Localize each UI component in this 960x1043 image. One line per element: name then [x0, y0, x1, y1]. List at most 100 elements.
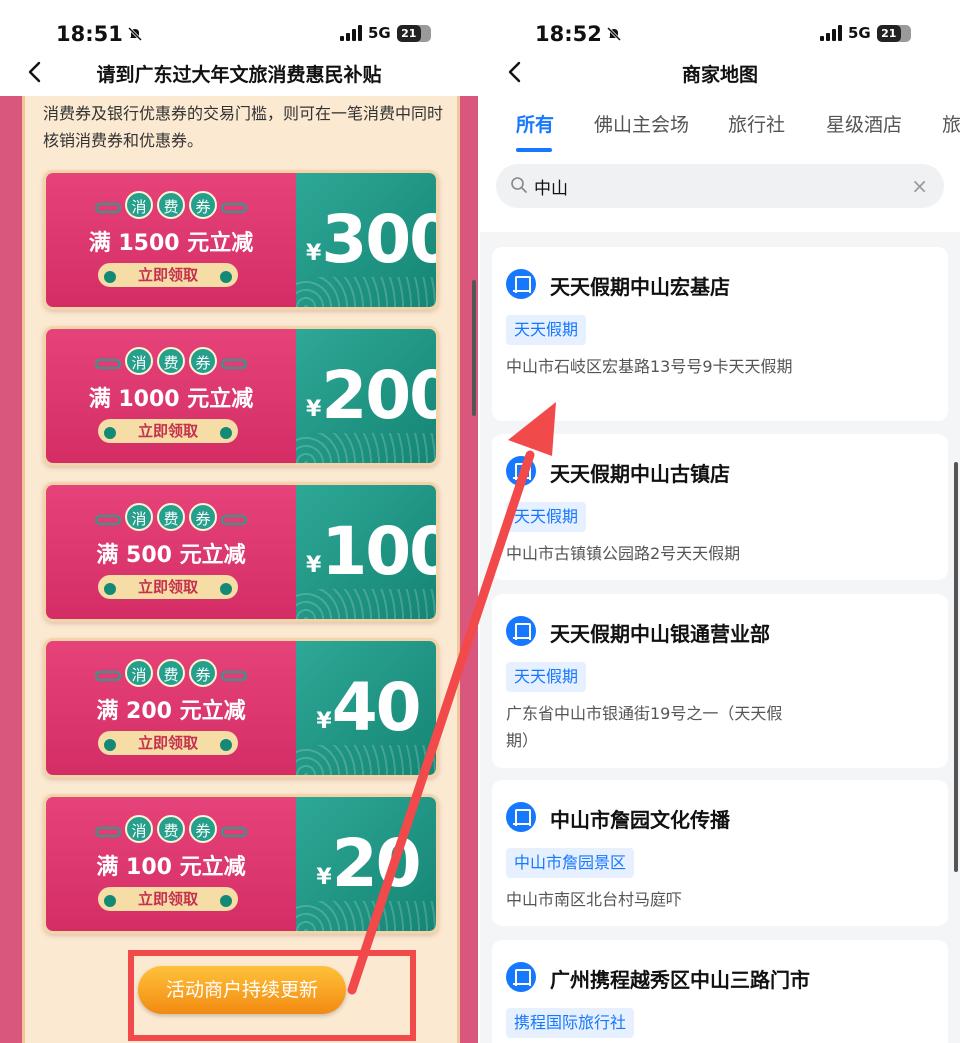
mute-bell-icon: [606, 26, 621, 42]
merchant-card[interactable]: 广州携程越秀区中山三路门市 携程国际旅行社: [492, 940, 948, 1043]
coupon-tag: 券: [189, 659, 217, 687]
amount-value: 200: [321, 357, 436, 434]
network-type: 5G: [368, 24, 391, 42]
page-title: 商家地图: [681, 64, 758, 86]
page-title: 请到广东过大年文旅消费惠民补贴: [96, 64, 382, 86]
building-icon: [506, 269, 536, 299]
status-bar: 18:51 5G 21: [0, 0, 478, 64]
coupon-tag: 券: [189, 815, 217, 843]
cloud-ornament-icon: [221, 514, 247, 525]
currency-symbol: ¥: [316, 709, 332, 734]
cloud-ornament-icon: [221, 202, 247, 213]
claim-button[interactable]: 立即领取: [98, 887, 238, 911]
cloud-ornament-icon: [95, 202, 121, 213]
merchant-address: 广东省中山市银通街19号之一（天天假期）: [506, 704, 783, 750]
coupon-tag: 费: [157, 503, 185, 531]
mute-bell-icon: [127, 26, 142, 42]
cloud-ornament-icon: [221, 670, 247, 681]
claim-button[interactable]: 立即领取: [98, 419, 238, 443]
building-icon: [506, 616, 536, 646]
coupon-label-row: 消费券: [46, 815, 296, 843]
tab-more[interactable]: 旅: [942, 110, 960, 137]
coupon-label-row: 消费券: [46, 347, 296, 375]
coupon-condition: 满 1000 元立减: [88, 387, 254, 412]
claim-button[interactable]: 立即领取: [98, 731, 238, 755]
battery-level: 21: [876, 24, 901, 42]
status-bar: 18:52 5G 21: [480, 0, 960, 64]
building-icon: [506, 456, 536, 486]
merchant-card[interactable]: 天天假期中山古镇店 天天假期 中山市古镇镇公园路2号天天假期: [492, 434, 948, 580]
promo-panel: 消费券及银行优惠券的交易门槛，则可在一笔消费中同时核销消费券和优惠券。 消费券 …: [22, 96, 460, 1043]
coupon-tag: 消: [125, 659, 153, 687]
coupon-tag: 消: [125, 347, 153, 375]
clear-icon[interactable]: ×: [911, 174, 928, 198]
coupon-tag: 消: [125, 503, 153, 531]
status-indicators: 5G 21: [820, 24, 911, 42]
merchant-tag: 携程国际旅行社: [506, 1008, 635, 1038]
tab-foshan-main-venue[interactable]: 佛山主会场: [594, 110, 689, 137]
merchant-card[interactable]: 中山市詹园文化传播 中山市詹园景区 中山市南区北台村马庭吓: [492, 780, 948, 926]
currency-symbol: ¥: [306, 241, 322, 266]
merchant-name: 广州携程越秀区中山三路门市: [550, 968, 810, 992]
battery-icon: 21: [396, 24, 431, 42]
amount-value: 20: [331, 825, 422, 902]
coupon-tag: 消: [125, 191, 153, 219]
coupon-card[interactable]: 消费券 满 100 元立减 立即领取 ¥20: [43, 794, 439, 934]
coupon-amount: ¥100: [306, 513, 436, 590]
coupon-card[interactable]: 消费券 满 200 元立减 立即领取 ¥40: [43, 638, 439, 778]
merchant-tag: 中山市詹园景区: [506, 848, 635, 878]
coupon-condition: 满 1500 元立减: [88, 231, 254, 256]
coupon-tag: 费: [157, 191, 185, 219]
currency-symbol: ¥: [316, 865, 332, 890]
merchants-update-button[interactable]: 活动商户持续更新: [138, 966, 346, 1014]
coupon-card[interactable]: 消费券 满 500 元立减 立即领取 ¥100: [43, 482, 439, 622]
merchant-card[interactable]: 天天假期中山银通营业部 天天假期 广东省中山市银通街19号之一（天天假期）: [492, 594, 948, 768]
amount-value: 300: [321, 201, 436, 278]
coupon-tag: 费: [157, 659, 185, 687]
battery-icon: 21: [876, 24, 911, 42]
cloud-ornament-icon: [95, 358, 121, 369]
claim-button[interactable]: 立即领取: [98, 575, 238, 599]
coupon-tag: 费: [157, 815, 185, 843]
claim-button[interactable]: 立即领取: [98, 263, 238, 287]
category-tabs: 所有 佛山主会场 旅行社 星级酒店 旅: [480, 110, 960, 150]
tab-star-hotel[interactable]: 星级酒店: [826, 110, 902, 137]
battery-level: 21: [396, 24, 421, 42]
search-input[interactable]: [534, 172, 894, 200]
coupon-card[interactable]: 消费券 满 1000 元立减 立即领取 ¥200: [43, 326, 439, 466]
coupon-tag: 消: [125, 815, 153, 843]
coupon-label-row: 消费券: [46, 503, 296, 531]
signal-icon: [340, 25, 362, 41]
cloud-ornament-icon: [95, 670, 121, 681]
coupon-label-row: 消费券: [46, 191, 296, 219]
building-icon: [506, 962, 536, 992]
coupon-amount: ¥40: [306, 669, 430, 746]
coupon-tag: 费: [157, 347, 185, 375]
merchant-card[interactable]: 天天假期中山宏基店 天天假期 中山市石岐区宏基路13号号9卡天天假期: [492, 247, 948, 421]
scrollbar[interactable]: [472, 280, 476, 416]
scrollbar[interactable]: [954, 462, 958, 872]
cloud-ornament-icon: [221, 358, 247, 369]
status-indicators: 5G 21: [340, 24, 431, 42]
coupon-amount: ¥200: [306, 357, 436, 434]
tab-travel-agency[interactable]: 旅行社: [728, 110, 785, 137]
merchant-address: 中山市古镇镇公园路2号天天假期: [506, 544, 741, 563]
active-tab-indicator: [516, 148, 552, 152]
coupon-card[interactable]: 消费券 满 1500 元立减 立即领取 ¥300: [43, 170, 439, 310]
right-phone-screen: 18:52 5G 21 商家地图 所有 佛山主会场 旅行社 星级酒店 旅 ×: [480, 0, 960, 1043]
merchant-name: 中山市詹园文化传播: [550, 808, 730, 832]
merchant-name: 天天假期中山古镇店: [550, 462, 730, 486]
merchant-name: 天天假期中山银通营业部: [550, 622, 770, 646]
tab-all[interactable]: 所有: [516, 110, 554, 137]
cloud-ornament-icon: [221, 826, 247, 837]
coupon-condition: 满 100 元立减: [96, 855, 246, 880]
merchant-name: 天天假期中山宏基店: [550, 275, 730, 299]
building-icon: [506, 802, 536, 832]
merchant-tag: 天天假期: [506, 502, 587, 532]
coupon-label-row: 消费券: [46, 659, 296, 687]
search-bar[interactable]: ×: [496, 164, 944, 208]
network-type: 5G: [848, 24, 871, 42]
merchant-tag: 天天假期: [506, 662, 587, 692]
amount-value: 40: [331, 669, 422, 746]
nav-bar: 商家地图: [480, 56, 960, 92]
